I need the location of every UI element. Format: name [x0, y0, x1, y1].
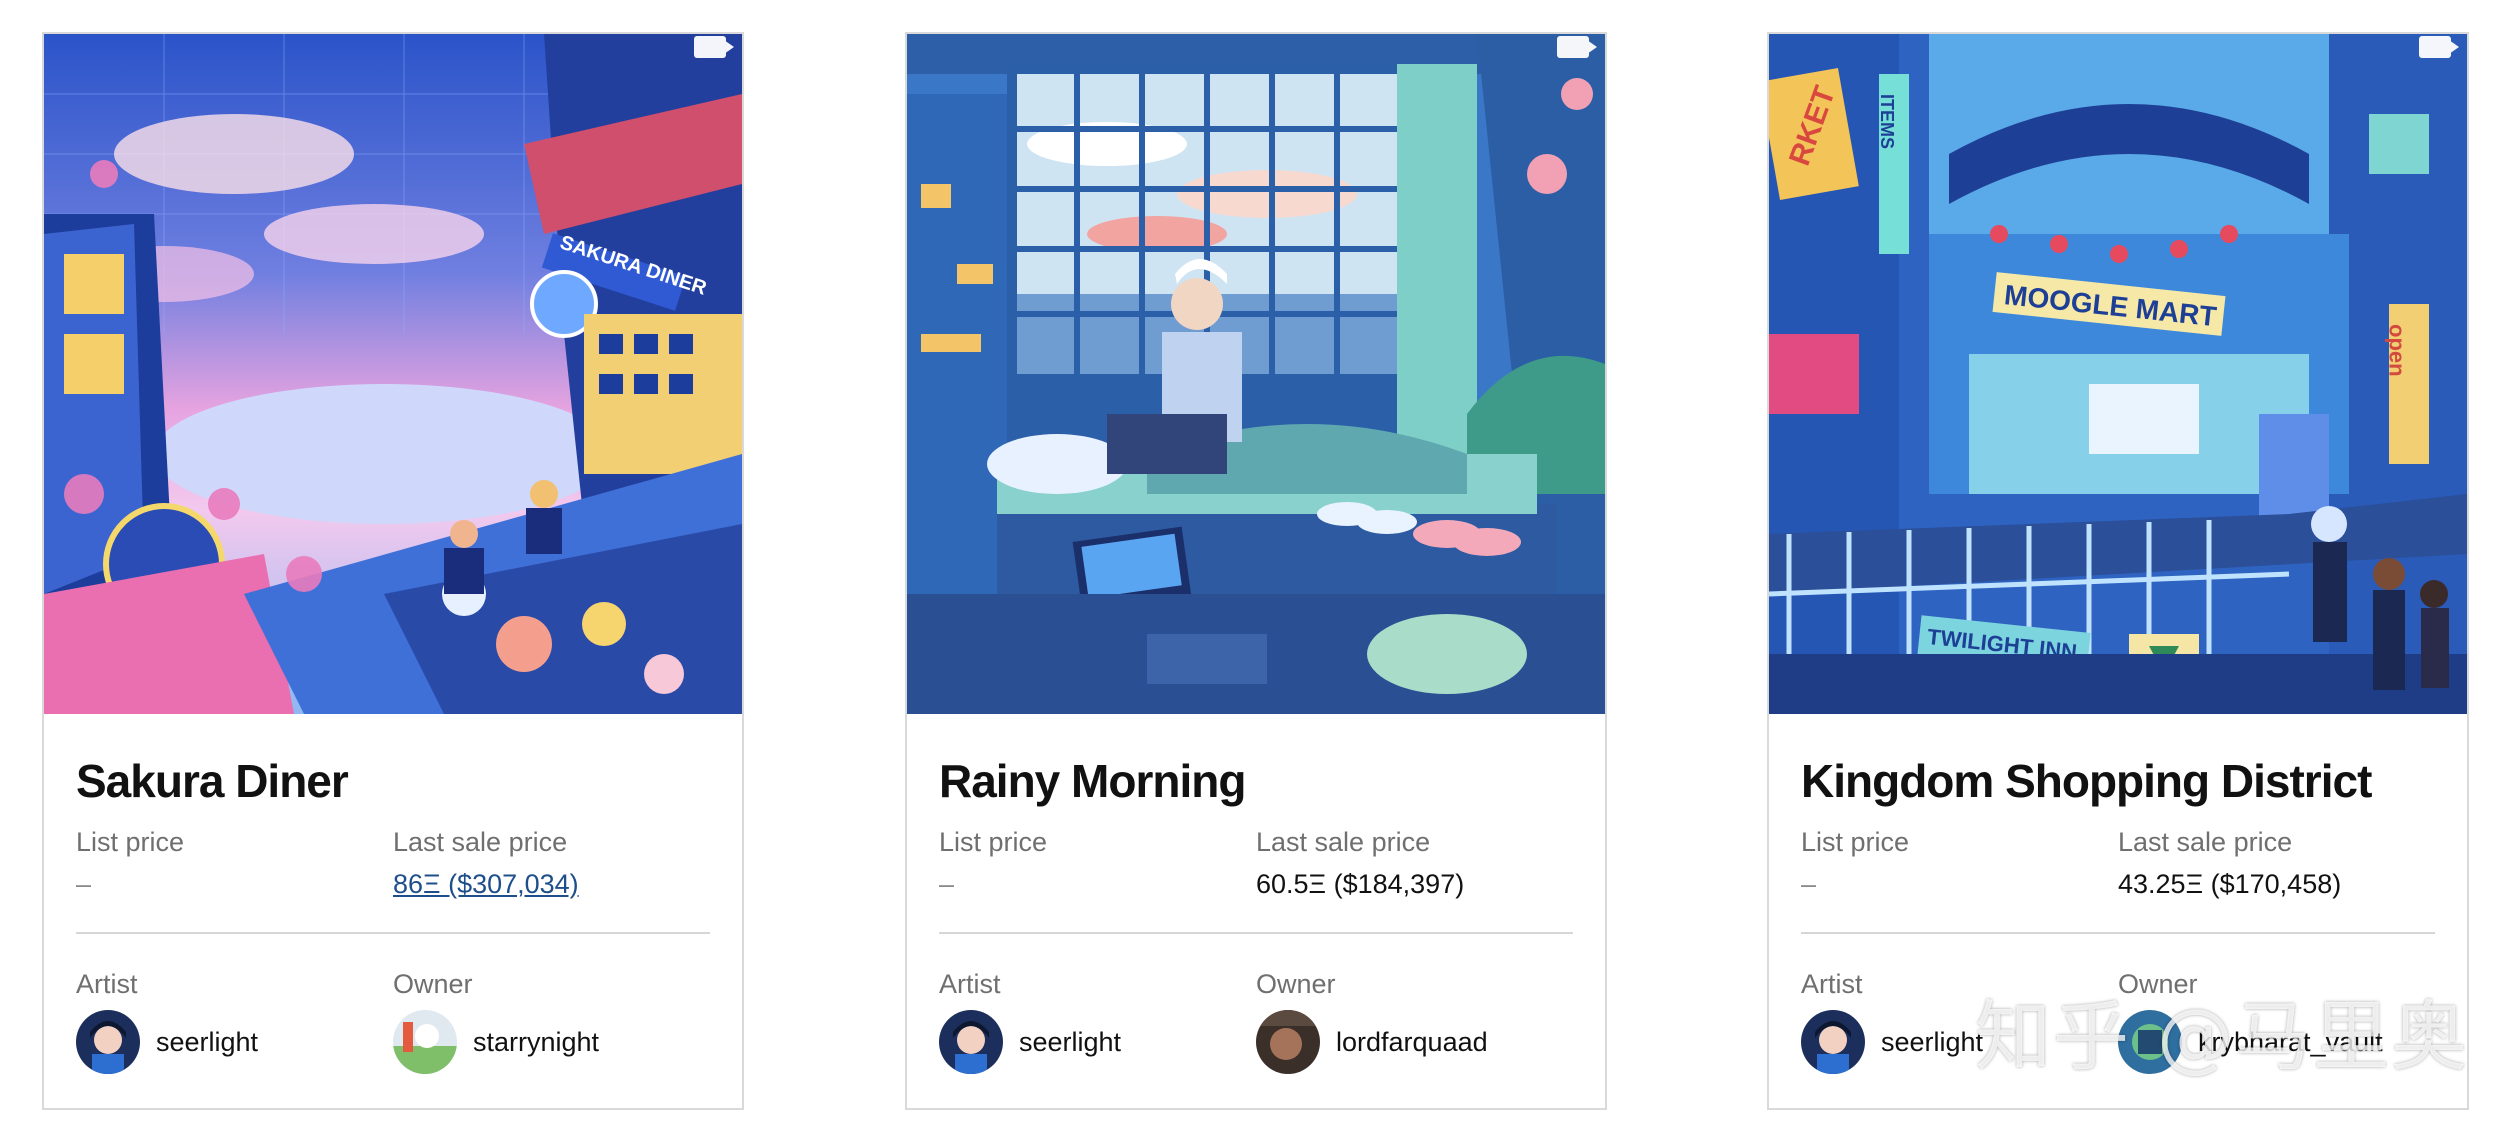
owner-name[interactable]: lordfarquaad	[1336, 1027, 1488, 1058]
list-price-value: –	[939, 869, 955, 899]
list-price-value: –	[1801, 869, 1817, 899]
artist-avatar[interactable]	[1801, 1010, 1865, 1074]
owner-avatar[interactable]	[1256, 1010, 1320, 1074]
owner-name[interactable]: starrynight	[473, 1027, 599, 1058]
artist-avatar[interactable]	[76, 1010, 140, 1074]
artwork-title[interactable]: Sakura Diner	[76, 754, 710, 808]
nft-card-rainy-morning[interactable]: Rainy Morning List price – Last sale pri…	[905, 32, 1607, 1110]
collection-badge-icon	[1557, 36, 1597, 58]
artist-name[interactable]: seerlight	[156, 1027, 258, 1058]
owner-avatar[interactable]	[393, 1010, 457, 1074]
last-sale-value: 60.5Ξ ($184,397)	[1256, 869, 1465, 899]
owner-link[interactable]: starrynight	[393, 1010, 710, 1074]
last-sale-label: Last sale price	[1256, 827, 1431, 857]
artist-label: Artist	[76, 969, 138, 999]
list-price-label: List price	[76, 827, 185, 857]
artist-name[interactable]: seerlight	[1881, 1027, 1983, 1058]
artist-link[interactable]: seerlight	[939, 1010, 1256, 1074]
artwork-title[interactable]: Kingdom Shopping District	[1801, 754, 2435, 808]
list-price-value: –	[76, 869, 92, 899]
kingdom-shopping-district-artwork: RKET ITEMS open MOOGLE MART TWILIGHT INN	[1769, 34, 2467, 714]
open-sign-text: open	[2385, 324, 2410, 377]
nft-card-sakura-diner[interactable]: SAKURA DINER Sakura Diner List price – L…	[42, 32, 744, 1110]
owner-label: Owner	[1256, 969, 1336, 999]
last-sale-label: Last sale price	[393, 827, 568, 857]
sakura-diner-artwork: SAKURA DINER	[44, 34, 742, 714]
list-price-label: List price	[939, 827, 1048, 857]
items-sign-text: ITEMS	[1877, 94, 1897, 149]
collection-badge-icon	[694, 36, 734, 58]
owner-link[interactable]: lordfarquaad	[1256, 1010, 1573, 1074]
last-sale-value: 43.25Ξ ($170,458)	[2118, 869, 2342, 899]
artist-link[interactable]: seerlight	[76, 1010, 393, 1074]
artwork-image[interactable]	[907, 34, 1605, 714]
artist-avatar[interactable]	[939, 1010, 1003, 1074]
artwork-image[interactable]: RKET ITEMS open MOOGLE MART TWILIGHT INN	[1769, 34, 2467, 714]
owner-label: Owner	[393, 969, 473, 999]
artist-label: Artist	[939, 969, 1001, 999]
watermark-text: 知乎 @马里奥	[1975, 992, 2470, 1081]
last-sale-link[interactable]: 86Ξ ($307,034)	[393, 862, 710, 906]
nft-card-kingdom-shopping-district[interactable]: RKET ITEMS open MOOGLE MART TWILIGHT INN…	[1767, 32, 2469, 1110]
list-price-label: List price	[1801, 827, 1910, 857]
rainy-morning-artwork	[907, 34, 1605, 714]
divider	[1801, 932, 2435, 934]
divider	[939, 932, 1573, 934]
divider	[76, 932, 710, 934]
artwork-title[interactable]: Rainy Morning	[939, 754, 1573, 808]
artist-name[interactable]: seerlight	[1019, 1027, 1121, 1058]
artwork-image[interactable]: SAKURA DINER	[44, 34, 742, 714]
collection-badge-icon	[2419, 36, 2459, 58]
last-sale-label: Last sale price	[2118, 827, 2293, 857]
